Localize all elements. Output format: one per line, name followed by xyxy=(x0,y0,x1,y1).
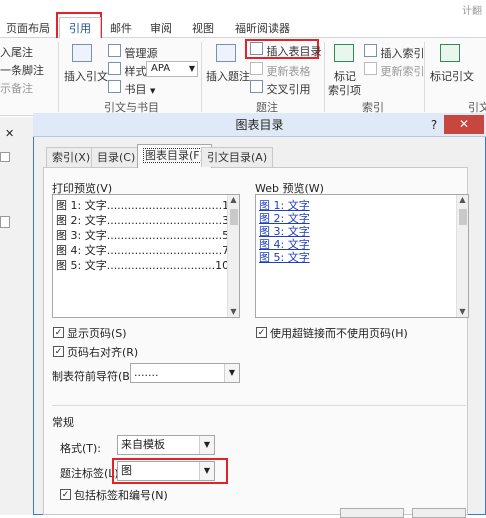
update-table-button[interactable]: 更新表格 xyxy=(250,62,311,79)
right-align-page-numbers-checkbox[interactable]: ✓ xyxy=(53,346,64,357)
insert-citation-button[interactable]: 插入引文 xyxy=(64,68,108,84)
tab-leader-label: 制表符前导符(B): xyxy=(52,370,138,383)
tab-leader-select[interactable]: ....... ▼ xyxy=(130,363,240,383)
document-control xyxy=(0,152,10,162)
document-control xyxy=(0,216,10,228)
web-preview-link[interactable]: 图 5: 文字 xyxy=(259,249,310,265)
tab-table-of-contents[interactable]: 目录(C) xyxy=(91,147,142,167)
style-label-wrap: 样式: xyxy=(108,62,150,79)
group-separator xyxy=(201,42,202,112)
print-preview-line: 图 5: 文字...............................10 xyxy=(56,259,230,272)
insert-endnote-button[interactable]: 入尾注 xyxy=(0,44,33,60)
manage-sources-icon xyxy=(108,44,121,57)
update-index-button[interactable]: 更新索引 xyxy=(364,62,425,79)
dialog-button[interactable] xyxy=(412,508,466,518)
chevron-down-icon: ▼ xyxy=(199,436,214,454)
insert-table-of-figures-button[interactable]: 插入表目录 xyxy=(250,42,322,59)
web-preview-scrollbar[interactable]: ▲ ▼ xyxy=(456,195,468,317)
web-preview-box[interactable]: 图 1: 文字 图 2: 文字 图 3: 文字 图 4: 文字 图 5: 文字 … xyxy=(255,194,469,318)
style-icon xyxy=(108,62,121,75)
dialog-button[interactable] xyxy=(340,508,404,518)
update-table-icon xyxy=(250,62,263,75)
chevron-down-icon: ▼ xyxy=(224,364,239,382)
print-preview-line: 图 1: 文字.................................… xyxy=(56,199,230,212)
scroll-down-icon[interactable]: ▼ xyxy=(228,307,239,316)
tab-table-of-authorities[interactable]: 引文目录(A) xyxy=(201,147,274,167)
print-preview-line: 图 4: 文字.................................… xyxy=(56,244,230,257)
divider xyxy=(52,405,466,406)
general-section-label: 常规 xyxy=(52,416,74,429)
chevron-down-icon: ▼ xyxy=(150,87,156,95)
scroll-up-icon[interactable]: ▲ xyxy=(228,195,239,204)
close-icon[interactable]: ✕ xyxy=(5,127,14,140)
document-area xyxy=(0,117,34,515)
table-of-figures-icon xyxy=(250,42,263,55)
caption-label-select[interactable]: 图 ▼ xyxy=(117,461,215,481)
tab-mailings[interactable]: 邮件 xyxy=(110,20,132,38)
app-title: 计翻 xyxy=(462,6,482,17)
print-preview-box[interactable]: 图 1: 文字.................................… xyxy=(52,194,240,318)
chevron-down-icon: ▼ xyxy=(188,64,195,73)
print-preview-line: 图 2: 文字.................................… xyxy=(56,214,230,227)
print-preview-scrollbar[interactable]: ▲ ▼ xyxy=(227,195,239,317)
insert-index-button[interactable]: 插入索引 xyxy=(364,44,425,61)
dialog-title: 图表目录 xyxy=(235,118,284,132)
show-notes-button[interactable]: 示备注 xyxy=(0,80,33,96)
scroll-thumb[interactable] xyxy=(459,209,467,225)
tab-review[interactable]: 审阅 xyxy=(150,20,172,38)
mark-citation-button[interactable]: 标记引文 xyxy=(430,68,474,84)
include-label-number-checkbox[interactable]: ✓ xyxy=(60,489,71,500)
update-index-icon xyxy=(364,62,377,75)
formats-label: 格式(T): xyxy=(60,442,102,455)
use-hyperlinks-checkbox[interactable]: ✓ xyxy=(256,327,267,338)
mark-entry-icon xyxy=(334,44,354,62)
group-separator xyxy=(324,42,325,112)
insert-index-icon xyxy=(364,44,377,57)
bibliography-button[interactable]: 书目 ▼ xyxy=(108,80,155,97)
mark-entry-button-line2[interactable]: 索引项 xyxy=(328,82,361,98)
show-page-numbers-label: 显示页码(S) xyxy=(67,327,127,340)
tab-view[interactable]: 视图 xyxy=(192,20,214,38)
mark-citation-icon xyxy=(440,44,460,62)
scroll-up-icon[interactable]: ▲ xyxy=(457,195,468,204)
scroll-thumb[interactable] xyxy=(230,209,238,225)
manage-sources-button[interactable]: 管理源 xyxy=(108,44,158,61)
help-button[interactable]: ? xyxy=(427,114,441,136)
include-label-number-label: 包括标签和编号(N) xyxy=(74,489,168,502)
show-page-numbers-checkbox[interactable]: ✓ xyxy=(53,327,64,338)
insert-caption-icon xyxy=(216,44,236,62)
cross-reference-icon xyxy=(250,80,263,93)
tab-index[interactable]: 索引(X) xyxy=(46,147,97,167)
tab-foxit-reader[interactable]: 福昕阅读器 xyxy=(235,20,290,38)
print-preview-line: 图 3: 文字.................................… xyxy=(56,229,230,242)
insert-caption-button[interactable]: 插入题注 xyxy=(206,68,250,84)
use-hyperlinks-label: 使用超链接而不使用页码(H) xyxy=(270,327,408,340)
next-footnote-button[interactable]: 一条脚注 xyxy=(0,62,44,78)
group-separator xyxy=(58,42,59,112)
group-separator xyxy=(424,42,425,112)
dialog-close-button[interactable]: ✕ xyxy=(444,115,484,134)
cross-reference-button[interactable]: 交叉引用 xyxy=(250,80,311,97)
bibliography-icon xyxy=(108,80,121,93)
chevron-down-icon: ▼ xyxy=(199,462,214,480)
tab-page-layout[interactable]: 页面布局 xyxy=(6,20,50,38)
right-align-page-numbers-label: 页码右对齐(R) xyxy=(67,346,139,359)
insert-citation-icon xyxy=(72,44,92,62)
formats-select[interactable]: 来自模板 ▼ xyxy=(117,435,215,455)
scroll-down-icon[interactable]: ▼ xyxy=(457,307,468,316)
style-select[interactable]: APA ▼ xyxy=(146,61,198,77)
tab-references[interactable]: 引用 xyxy=(59,17,101,39)
